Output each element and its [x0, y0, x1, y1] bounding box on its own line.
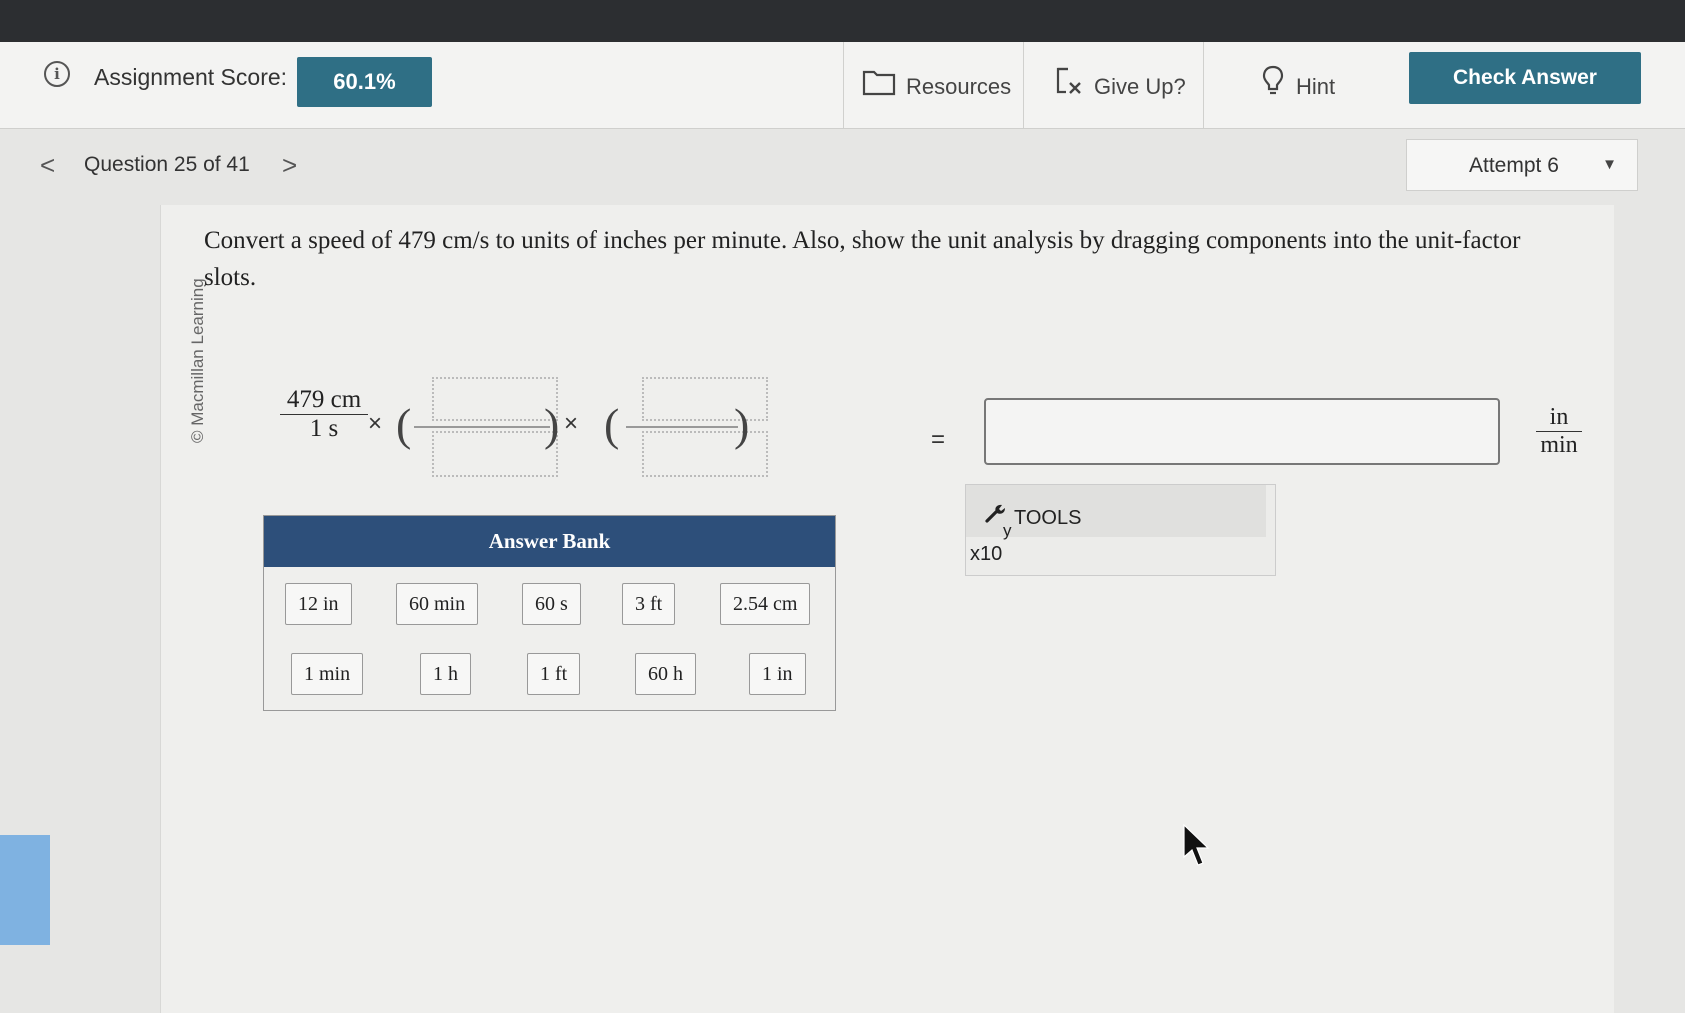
give-up-label: Give Up?: [1094, 74, 1186, 99]
mouse-cursor-icon: [1183, 823, 1210, 866]
start-fraction: 479 cm 1 s: [280, 386, 368, 443]
result-unit-fraction: in min: [1536, 404, 1582, 459]
folder-icon: [862, 70, 896, 96]
slot-1-numerator[interactable]: [432, 377, 558, 421]
next-question-button[interactable]: >: [282, 150, 297, 181]
slot-2-fraction-bar: [626, 426, 738, 428]
tools-subscript: y: [1003, 521, 1012, 540]
bank-tile-60-s[interactable]: 60 s: [522, 583, 581, 625]
tools-toggle[interactable]: y TOOLS: [966, 485, 1266, 540]
question-text: Convert a speed of 479 cm/s to units of …: [204, 227, 1521, 291]
result-unit-denominator: min: [1536, 431, 1582, 459]
right-paren: ): [544, 399, 560, 450]
bank-tile-60-min[interactable]: 60 min: [396, 583, 479, 625]
right-paren-2: ): [734, 399, 750, 450]
times-operator-2: ×: [564, 410, 579, 437]
caret-down-icon: ▼: [1602, 156, 1617, 173]
result-unit-numerator: in: [1549, 404, 1569, 430]
bank-tile-12-in[interactable]: 12 in: [285, 583, 352, 625]
answer-bank: Answer Bank 12 in 60 min 60 s 3 ft 2.54 …: [263, 515, 836, 711]
resources-label: Resources: [906, 74, 1012, 99]
tools-label: TOOLS: [1014, 507, 1082, 529]
resources-button[interactable]: Resources: [843, 42, 1023, 128]
slot-1-denominator[interactable]: [432, 431, 558, 477]
assignment-header: i Assignment Score: 60.1% Resources Give…: [0, 42, 1685, 129]
assignment-score-badge: 60.1%: [297, 57, 432, 107]
hint-label: Hint: [1296, 74, 1336, 99]
bank-tile-3-ft[interactable]: 3 ft: [622, 583, 676, 625]
equals-sign: =: [931, 426, 946, 453]
taskbar-edge: [0, 835, 50, 945]
info-icon[interactable]: i: [44, 61, 70, 87]
attempt-label: Attempt 6: [1469, 154, 1559, 177]
bank-tile-1-min[interactable]: 1 min: [291, 653, 364, 695]
bank-tile-1-in[interactable]: 1 in: [749, 653, 806, 695]
lightbulb-icon: [1262, 65, 1284, 95]
times-operator: ×: [368, 410, 383, 437]
hint-button[interactable]: Hint: [1203, 42, 1383, 128]
answer-bank-title: Answer Bank: [264, 516, 835, 567]
left-paren-2: (: [604, 399, 620, 450]
left-paren: (: [396, 399, 412, 450]
bank-tile-1-ft[interactable]: 1 ft: [527, 653, 581, 695]
tools-panel: y TOOLS x10: [965, 484, 1276, 576]
x10-button[interactable]: x10: [970, 543, 1002, 566]
give-up-icon: [1056, 67, 1081, 94]
give-up-button[interactable]: Give Up?: [1023, 42, 1203, 128]
answer-input[interactable]: [984, 398, 1500, 465]
copyright-text: © Macmillan Learning: [188, 278, 207, 443]
assignment-score-label: Assignment Score:: [94, 64, 288, 90]
previous-question-button[interactable]: <: [40, 150, 55, 181]
check-answer-button[interactable]: Check Answer: [1409, 52, 1641, 104]
slot-1-fraction-bar: [414, 426, 550, 428]
attempt-dropdown[interactable]: Attempt 6 ▼: [1406, 139, 1638, 191]
bank-tile-2-54-cm[interactable]: 2.54 cm: [720, 583, 811, 625]
bank-tile-60-h[interactable]: 60 h: [635, 653, 696, 695]
question-counter: Question 25 of 41: [84, 153, 250, 176]
start-numerator: 479 cm: [286, 386, 362, 413]
window-top-edge: [0, 0, 1685, 42]
start-denominator: 1 s: [280, 414, 368, 443]
bank-tile-1-h[interactable]: 1 h: [420, 653, 471, 695]
